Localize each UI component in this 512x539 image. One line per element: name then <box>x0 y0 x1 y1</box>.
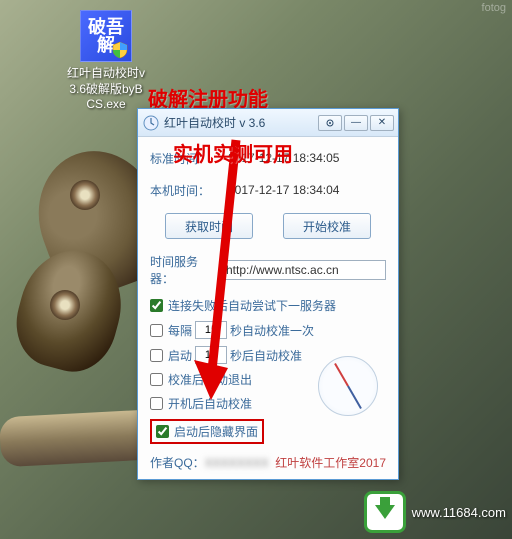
app-icon <box>142 114 160 132</box>
start-sync-button[interactable]: 开始校准 <box>283 213 371 239</box>
watermark: fotog <box>482 2 506 14</box>
close-icon: ✕ <box>378 117 386 128</box>
site-watermark: www.11684.com <box>364 491 506 533</box>
author-info: 作者QQ：XXXXXXXX <box>150 454 269 471</box>
check-retry-box[interactable] <box>150 299 163 312</box>
uac-shield-icon <box>111 41 129 59</box>
check-retry[interactable]: 连接失败后自动尝试下一服务器 <box>150 297 386 314</box>
minimize-icon: — <box>351 117 361 128</box>
get-time-button[interactable]: 获取时间 <box>165 213 253 239</box>
options-group: 连接失败后自动尝试下一服务器 每隔 秒自动校准一次 启动 秒后自动校准 校准后自… <box>150 297 386 444</box>
server-select[interactable] <box>221 260 386 280</box>
server-label: 时间服务器： <box>150 253 221 287</box>
desktop-shortcut[interactable]: 破吾 解 红叶自动校时v3.6破解版byBCS.exe <box>65 10 147 113</box>
studio-label: 红叶软件工作室2017 <box>275 454 386 471</box>
check-hide-box[interactable] <box>156 425 169 438</box>
gear-icon <box>325 118 335 128</box>
minimize-button[interactable]: — <box>344 115 368 131</box>
settings-button[interactable] <box>318 115 342 131</box>
shortcut-label: 红叶自动校时v3.6破解版byBCS.exe <box>65 66 147 113</box>
window-body: 标准时间： 2017-12-17 18:34:05 本机时间： 2017-12-… <box>138 137 398 479</box>
local-time-label: 本机时间： <box>150 182 218 199</box>
desktop-background: fotog 破吾 解 红叶自动校时v3.6破解版byBCS.exe 破解注册功能… <box>0 0 512 539</box>
site-url: www.11684.com <box>412 505 506 520</box>
check-interval[interactable]: 每隔 秒自动校准一次 <box>150 321 386 339</box>
highlighted-option: 启动后隐藏界面 <box>150 419 264 444</box>
check-auto-exit-box[interactable] <box>150 373 163 386</box>
check-autostart-box[interactable] <box>150 397 163 410</box>
check-interval-box[interactable] <box>150 324 163 337</box>
close-button[interactable]: ✕ <box>370 115 394 131</box>
compass-icon <box>318 356 378 416</box>
shortcut-icon: 破吾 解 <box>80 10 132 62</box>
interval-input[interactable] <box>195 321 227 339</box>
delay-input[interactable] <box>195 346 227 364</box>
titlebar[interactable]: 红叶自动校时 v 3.6 — ✕ <box>138 109 398 137</box>
download-icon <box>364 491 406 533</box>
local-time-value: 2017-12-17 18:34:04 <box>218 183 386 197</box>
window-title: 红叶自动校时 v 3.6 <box>164 114 318 131</box>
check-hide-label: 启动后隐藏界面 <box>174 423 258 440</box>
check-delay-box[interactable] <box>150 349 163 362</box>
annotation-tested: 实机实测可用 <box>173 138 293 167</box>
